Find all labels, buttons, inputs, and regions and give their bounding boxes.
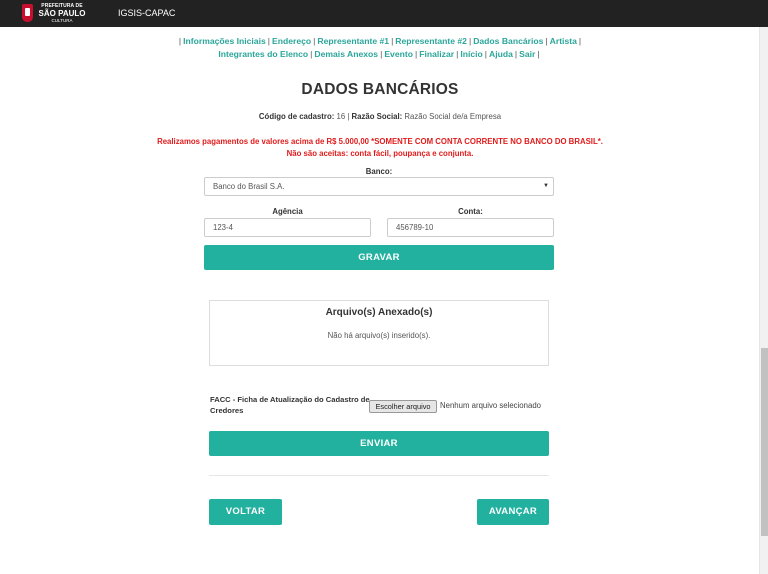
nav-link-endereco[interactable]: Endereço — [272, 36, 311, 46]
logo-line2: SÃO PAULO — [38, 9, 86, 18]
section-divider — [209, 475, 549, 476]
nav-separator: | — [537, 49, 540, 59]
city-emblem-icon — [22, 4, 33, 22]
prefeitura-logo[interactable]: PREFEITURA DE SÃO PAULO CULTURA — [22, 3, 88, 24]
caret-down-icon: ▼ — [543, 183, 549, 189]
nav-link-inicio[interactable]: Início — [460, 49, 482, 59]
logo-text: PREFEITURA DE SÃO PAULO CULTURA — [36, 3, 88, 24]
back-button[interactable]: VOLTAR — [209, 499, 282, 525]
account-input[interactable]: 456789-10 — [387, 218, 554, 237]
logo-line3: CULTURA — [51, 18, 73, 23]
nav-link-informacoes-iniciais[interactable]: Informações Iniciais — [183, 36, 266, 46]
nav-link-dados-bancarios[interactable]: Dados Bancários — [473, 36, 543, 46]
nav-link-ajuda[interactable]: Ajuda — [489, 49, 513, 59]
account-label: Conta: — [458, 207, 483, 216]
send-button[interactable]: ENVIAR — [209, 431, 549, 456]
attachments-title: Arquivo(s) Anexado(s) — [325, 307, 433, 318]
bank-select-value: Banco do Brasil S.A. — [213, 182, 285, 191]
page-title: DADOS BANCÁRIOS — [301, 81, 459, 98]
no-file-selected-text: Nenhum arquivo selecionado — [440, 401, 541, 410]
next-button[interactable]: AVANÇAR — [477, 499, 549, 525]
code-value: 16 — [336, 112, 346, 121]
save-button[interactable]: GRAVAR — [204, 245, 554, 270]
agency-input[interactable]: 123-4 — [204, 218, 371, 237]
nav-separator: | — [578, 36, 582, 46]
agency-label: Agência — [272, 207, 303, 216]
nav-link-integrantes-elenco[interactable]: Integrantes do Elenco — [218, 49, 308, 59]
app-name-link[interactable]: IGSIS-CAPAC — [118, 8, 175, 18]
bank-select[interactable]: Banco do Brasil S.A. ▼ — [204, 177, 554, 196]
nav-link-representante-1[interactable]: Representante #1 — [317, 36, 389, 46]
payment-warning: Realizamos pagamentos de valores acima d… — [120, 136, 640, 160]
nav-link-finalizar[interactable]: Finalizar — [419, 49, 454, 59]
attachments-empty-text: Não há arquivo(s) inserido(s). — [327, 331, 431, 340]
page-scrollbar[interactable] — [759, 27, 768, 574]
form-steps-nav: | Informações Iniciais | Endereço | Represent… — [150, 35, 610, 61]
attachments-panel: Arquivo(s) Anexado(s) Não há arquivo(s) … — [209, 300, 549, 366]
company-value: Razão Social de/a Empresa — [404, 112, 502, 121]
nav-link-demais-anexos[interactable]: Demais Anexos — [314, 49, 378, 59]
facc-label: FACC - Ficha de Atualização do Cadastro … — [210, 395, 370, 415]
nav-link-sair[interactable]: Sair — [519, 49, 535, 59]
nav-link-representante-2[interactable]: Representante #2 — [395, 36, 467, 46]
bank-label: Banco: — [365, 167, 393, 176]
scrollbar-thumb[interactable] — [761, 348, 768, 536]
company-label: Razão Social: — [351, 112, 403, 121]
warning-line2: Não são aceitas: conta fácil, poupança e… — [286, 149, 474, 158]
registration-info: Código de cadastro: 16 | Razão Social: R… — [160, 112, 600, 121]
top-navbar: PREFEITURA DE SÃO PAULO CULTURA IGSIS-CA… — [0, 0, 768, 27]
code-label: Código de cadastro: — [258, 112, 335, 121]
warning-line1: Realizamos pagamentos de valores acima d… — [157, 137, 603, 146]
nav-link-artista[interactable]: Artista — [550, 36, 577, 46]
choose-file-button[interactable]: Escolher arquivo — [369, 400, 437, 413]
nav-link-evento[interactable]: Evento — [384, 49, 413, 59]
